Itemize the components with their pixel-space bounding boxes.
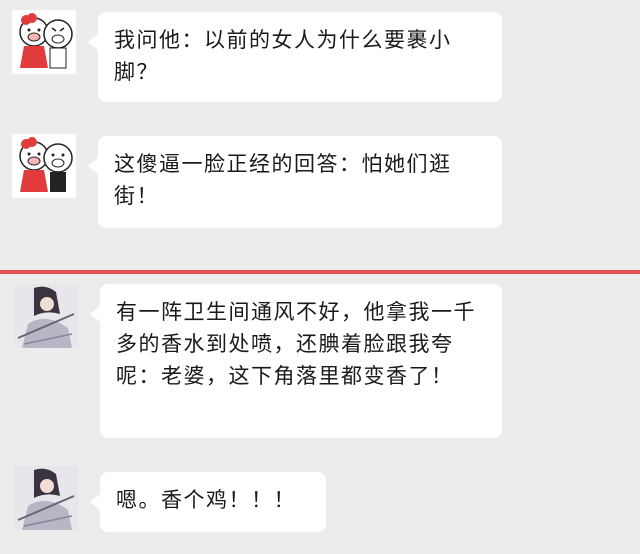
- message-text: 这傻逼一脸正经的回答：怕她们逛街！: [114, 152, 452, 208]
- pig-couple-icon: [19, 137, 73, 192]
- message-text: 我问他：以前的女人为什么要裹小脚？: [114, 28, 452, 84]
- chat-panel-top: 我问他：以前的女人为什么要裹小脚？ 这傻逼一脸正经的回答：怕她们逛街！: [0, 0, 640, 270]
- message-bubble[interactable]: 我问他：以前的女人为什么要裹小脚？: [88, 12, 502, 102]
- message-bubble[interactable]: 嗯。香个鸡！！！: [90, 472, 326, 532]
- message-bubble[interactable]: 有一阵卫生间通风不好，他拿我一千多的香水到处喷，还腆着脸跟我夸呢：老婆，这下角落…: [90, 284, 502, 438]
- anime-girl-avatar[interactable]: [14, 466, 78, 530]
- message-text: 嗯。香个鸡！！！: [116, 488, 296, 512]
- anime-girl-avatar[interactable]: [14, 284, 78, 348]
- message-bubble[interactable]: 这傻逼一脸正经的回答：怕她们逛街！: [88, 136, 502, 228]
- pig-couple-avatar[interactable]: [12, 10, 76, 74]
- message-text: 有一阵卫生间通风不好，他拿我一千多的香水到处喷，还腆着脸跟我夸呢：老婆，这下角落…: [116, 300, 476, 388]
- anime-girl-icon: [14, 284, 78, 348]
- pig-couple-avatar[interactable]: [12, 134, 76, 198]
- pig-couple-icon: [19, 13, 73, 69]
- chat-panel-bottom: 有一阵卫生间通风不好，他拿我一千多的香水到处喷，还腆着脸跟我夸呢：老婆，这下角落…: [0, 274, 640, 554]
- anime-girl-icon: [14, 466, 78, 530]
